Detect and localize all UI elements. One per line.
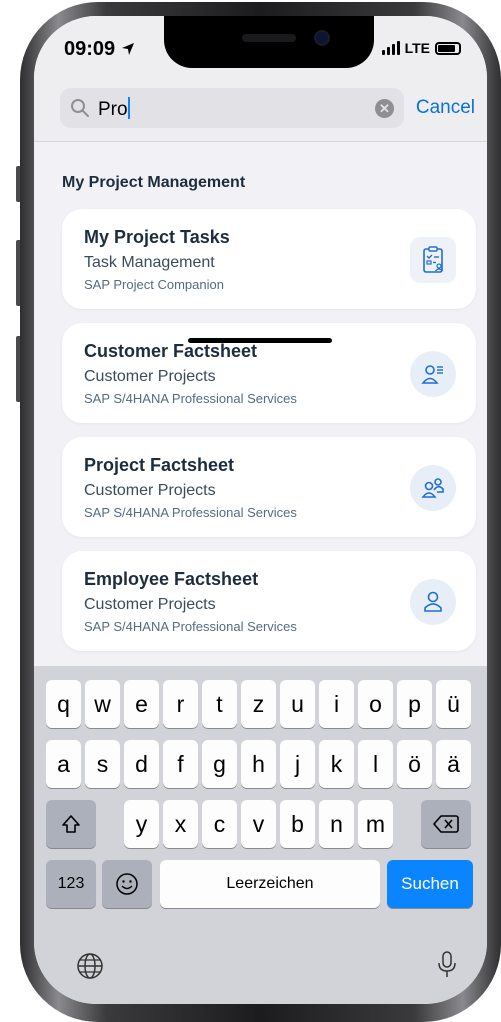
app-card-employee-factsheet[interactable]: Employee Factsheet Customer Projects SAP… xyxy=(62,551,476,651)
app-card-my-project-tasks[interactable]: My Project Tasks Task Management SAP Pro… xyxy=(62,209,476,309)
task-clipboard-icon xyxy=(410,237,456,283)
emoji-key[interactable] xyxy=(102,860,152,908)
app-card-project-factsheet[interactable]: Project Factsheet Customer Projects SAP … xyxy=(62,437,476,537)
key-o-umlaut[interactable]: ö xyxy=(397,740,432,788)
keyboard-row-4: 123 Leerzeichen Suchen xyxy=(34,860,487,908)
time-text: 09:09 xyxy=(64,38,116,60)
key-r[interactable]: r xyxy=(163,680,198,728)
keyboard-row-3: y x c v b n m xyxy=(34,800,487,848)
search-bar: Pro ✕ Cancel xyxy=(34,76,487,142)
key-y[interactable]: y xyxy=(124,800,159,848)
app-description: SAP S/4HANA Professional Services xyxy=(84,619,297,634)
key-e[interactable]: e xyxy=(124,680,159,728)
key-g[interactable]: g xyxy=(202,740,237,788)
key-o[interactable]: o xyxy=(358,680,393,728)
notch xyxy=(164,16,374,68)
keyboard-bottom-bar xyxy=(34,922,487,1004)
key-t[interactable]: t xyxy=(202,680,237,728)
key-l[interactable]: l xyxy=(358,740,393,788)
key-p[interactable]: p xyxy=(397,680,432,728)
app-title: Project Factsheet xyxy=(84,455,235,475)
signal-strength-icon xyxy=(381,41,400,55)
backspace-icon xyxy=(433,815,459,833)
key-q[interactable]: q xyxy=(46,680,81,728)
search-query-text: Pro xyxy=(98,99,128,120)
shift-icon xyxy=(62,815,80,833)
key-k[interactable]: k xyxy=(319,740,354,788)
key-s[interactable]: s xyxy=(85,740,120,788)
key-x[interactable]: x xyxy=(163,800,198,848)
key-u-umlaut[interactable]: ü xyxy=(436,680,471,728)
phone-screen: 09:09 LTE Pro ✕ Cancel My Project Manage… xyxy=(34,16,487,1004)
keyboard: q w e r t z u i o p ü a s d f g h j k l … xyxy=(34,666,487,1004)
numbers-key[interactable]: 123 xyxy=(46,860,96,908)
search-icon xyxy=(71,99,89,117)
status-time: 09:09 xyxy=(64,38,135,61)
app-description: SAP S/4HANA Professional Services xyxy=(84,505,297,520)
location-arrow-icon xyxy=(121,43,134,55)
network-type: LTE xyxy=(404,40,430,56)
key-i[interactable]: i xyxy=(319,680,354,728)
customer-icon xyxy=(410,351,456,397)
space-key[interactable]: Leerzeichen xyxy=(160,860,380,908)
front-camera xyxy=(314,30,330,46)
key-z[interactable]: z xyxy=(241,680,276,728)
home-indicator[interactable] xyxy=(188,338,332,343)
text-caret xyxy=(127,97,130,119)
employee-icon xyxy=(410,579,456,625)
project-team-icon xyxy=(410,465,456,511)
key-b[interactable]: b xyxy=(280,800,315,848)
app-subtitle: Task Management xyxy=(84,254,215,271)
key-a-umlaut[interactable]: ä xyxy=(436,740,471,788)
section-title: My Project Management xyxy=(62,174,246,191)
app-description: SAP S/4HANA Professional Services xyxy=(84,391,297,406)
speaker-grille xyxy=(242,34,296,42)
cancel-button[interactable]: Cancel xyxy=(416,97,475,119)
app-subtitle: Customer Projects xyxy=(84,596,216,613)
clear-search-icon[interactable]: ✕ xyxy=(375,99,394,118)
key-m[interactable]: m xyxy=(358,800,393,848)
key-f[interactable]: f xyxy=(163,740,198,788)
app-subtitle: Customer Projects xyxy=(84,482,216,499)
key-a[interactable]: a xyxy=(46,740,81,788)
globe-icon[interactable] xyxy=(76,952,104,980)
search-submit-key[interactable]: Suchen xyxy=(387,860,473,908)
key-v[interactable]: v xyxy=(241,800,276,848)
keyboard-row-2: a s d f g h j k l ö ä xyxy=(34,740,487,788)
key-n[interactable]: n xyxy=(319,800,354,848)
battery-icon xyxy=(435,41,461,55)
app-description: SAP Project Companion xyxy=(84,277,224,292)
emoji-icon xyxy=(116,873,138,895)
key-c[interactable]: c xyxy=(202,800,237,848)
app-subtitle: Customer Projects xyxy=(84,368,216,385)
microphone-icon[interactable] xyxy=(436,950,458,980)
search-query: Pro xyxy=(98,97,130,121)
app-title: Customer Factsheet xyxy=(84,341,258,361)
status-indicators: LTE xyxy=(381,40,461,56)
key-d[interactable]: d xyxy=(124,740,159,788)
backspace-key[interactable] xyxy=(421,800,471,848)
app-title: Employee Factsheet xyxy=(84,569,259,589)
keyboard-row-1: q w e r t z u i o p ü xyxy=(34,680,487,728)
key-w[interactable]: w xyxy=(85,680,120,728)
search-input[interactable]: Pro ✕ xyxy=(60,88,404,128)
key-u[interactable]: u xyxy=(280,680,315,728)
key-h[interactable]: h xyxy=(241,740,276,788)
key-j[interactable]: j xyxy=(280,740,315,788)
app-title: My Project Tasks xyxy=(84,227,230,247)
shift-key[interactable] xyxy=(46,800,96,848)
